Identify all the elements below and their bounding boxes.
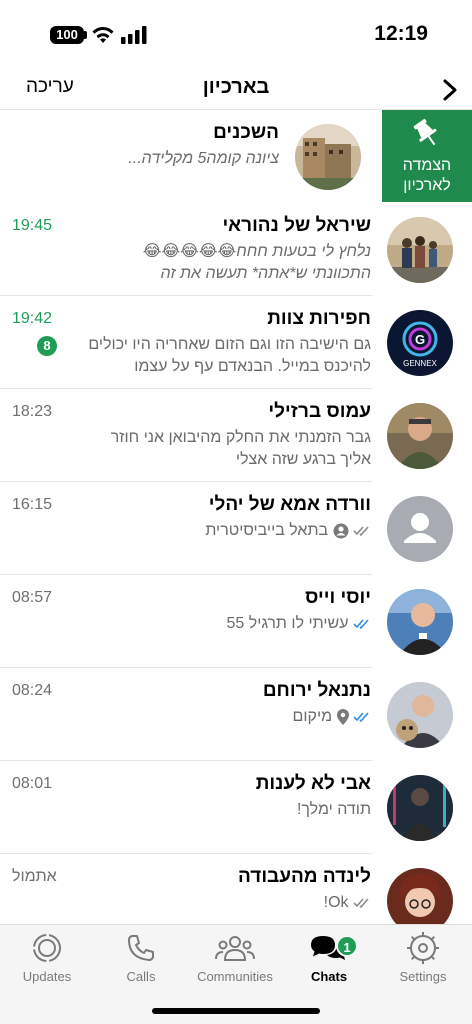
avatar: G GENNEX bbox=[387, 310, 453, 376]
chat-name: אבי לא לענות bbox=[255, 773, 371, 794]
default-avatar-icon bbox=[387, 496, 453, 562]
double-check-blue-icon bbox=[353, 712, 369, 722]
chat-name: וורדה אמא של יהלי bbox=[208, 494, 371, 515]
avatar bbox=[387, 775, 453, 841]
chat-time: 18:23 bbox=[12, 403, 53, 420]
chat-preview: עשיתי לו תרגיל 55 bbox=[71, 613, 371, 635]
battery-icon: 100 bbox=[50, 26, 84, 44]
status-time: 12:19 bbox=[374, 22, 428, 45]
chat-preview: Ok! bbox=[71, 892, 371, 914]
tab-chats[interactable]: 1 Chats bbox=[282, 931, 376, 984]
chat-row-content[interactable]: השכנים ציונה קומה5 מקלידה... bbox=[0, 110, 380, 203]
tab-communities[interactable]: Communities bbox=[188, 931, 282, 984]
page-title: בארכיון bbox=[202, 76, 270, 98]
chat-row[interactable]: עמוס ברזילי גבר הזמנתי את החלק מהיבואן א… bbox=[0, 389, 472, 482]
chat-preview: גבר הזמנתי את החלק מהיבואן אני חוזר אליך… bbox=[110, 429, 371, 468]
chat-row[interactable]: אבי לא לענות תודה ימלך! 08:01 bbox=[0, 761, 472, 854]
chat-row[interactable]: נתנאל ירוחם מיקום 08:24 bbox=[0, 668, 472, 761]
tab-label: Communities bbox=[197, 969, 273, 984]
tab-label: Chats bbox=[310, 969, 348, 984]
tab-label: Updates bbox=[22, 969, 72, 984]
nav-bar: עריכה בארכיון bbox=[0, 70, 472, 110]
chat-row[interactable]: שיראל של נהוראי נלחץ לי בטעות חחח😂😂😂😂😂 ה… bbox=[0, 203, 472, 296]
avatar bbox=[387, 868, 453, 924]
home-indicator[interactable] bbox=[152, 1008, 320, 1014]
unarchive-label: הצמדה לארכיון bbox=[402, 157, 452, 194]
wifi-icon bbox=[92, 27, 114, 43]
chat-name: השכנים bbox=[213, 122, 279, 143]
chat-list: השכנים ציונה קומה5 מקלידה... הצמדה לארכי… bbox=[0, 110, 472, 924]
contact-icon bbox=[333, 523, 349, 539]
chat-preview: ציונה קומה5 מקלידה... bbox=[128, 150, 279, 167]
chat-time: 08:01 bbox=[12, 775, 53, 792]
chat-row[interactable]: יוסי וייס עשיתי לו תרגיל 55 08:57 bbox=[0, 575, 472, 668]
chat-time: 19:42 bbox=[12, 310, 53, 327]
chat-time: 08:57 bbox=[12, 589, 53, 606]
avatar bbox=[387, 589, 453, 655]
chat-time: 16:15 bbox=[12, 496, 53, 513]
communities-icon bbox=[215, 936, 255, 961]
chat-preview: מיקום bbox=[71, 706, 371, 728]
location-pin-icon bbox=[336, 708, 349, 725]
chat-time: 19:45 bbox=[12, 217, 53, 234]
tab-bar: Updates Calls Communities 1 Chats Settin… bbox=[0, 924, 472, 1024]
chat-preview: גם הישיבה הזו וגם הזום שאחריה היו יכולים… bbox=[88, 336, 371, 375]
unread-badge: 8 bbox=[37, 336, 57, 356]
status-bar: 100 12:19 bbox=[0, 0, 472, 70]
tab-settings[interactable]: Settings bbox=[376, 931, 470, 984]
phone-icon bbox=[128, 935, 154, 961]
chat-name: נתנאל ירוחם bbox=[262, 680, 371, 701]
svg-text:G: G bbox=[415, 332, 425, 347]
tab-calls[interactable]: Calls bbox=[94, 931, 188, 984]
updates-icon bbox=[33, 934, 61, 962]
chat-row[interactable]: וורדה אמא של יהלי בתאל בייביסיטרית 16:15 bbox=[0, 482, 472, 575]
pin-icon bbox=[413, 118, 437, 146]
gear-icon bbox=[407, 932, 439, 964]
avatar bbox=[387, 403, 453, 469]
chat-preview: תודה ימלך! bbox=[296, 801, 371, 818]
chat-row[interactable]: לינדה מהעבודה Ok! אתמול bbox=[0, 854, 472, 924]
avatar bbox=[387, 682, 453, 748]
chat-name: יוסי וייס bbox=[305, 587, 371, 608]
back-chevron-icon[interactable] bbox=[442, 78, 458, 102]
unarchive-button[interactable]: הצמדה לארכיון bbox=[382, 110, 472, 202]
svg-text:GENNEX: GENNEX bbox=[403, 359, 437, 368]
chats-unread-badge: 1 bbox=[336, 935, 358, 957]
double-check-blue-icon bbox=[353, 619, 369, 629]
chat-preview: נלחץ לי בטעות חחח😂😂😂😂😂 התכוונתי ש*אתה* ת… bbox=[142, 243, 371, 282]
chat-name: שיראל של נהוראי bbox=[222, 215, 371, 236]
list-item-swiped[interactable]: השכנים ציונה קומה5 מקלידה... הצמדה לארכי… bbox=[0, 110, 472, 203]
avatar bbox=[295, 124, 361, 190]
chat-row[interactable]: G GENNEX חפירות צוות גם הישיבה הזו וגם ה… bbox=[0, 296, 472, 389]
tab-label: Calls bbox=[126, 969, 156, 984]
chat-name: לינדה מהעבודה bbox=[237, 866, 371, 887]
battery-cap bbox=[84, 31, 87, 39]
cellular-signal-icon bbox=[121, 26, 147, 44]
chat-preview: בתאל בייביסיטרית bbox=[71, 520, 371, 542]
chat-name: חפירות צוות bbox=[267, 308, 371, 329]
tab-label: Settings bbox=[399, 969, 447, 984]
double-check-icon bbox=[353, 526, 369, 536]
chat-time: אתמול bbox=[12, 868, 57, 885]
tab-updates[interactable]: Updates bbox=[0, 931, 94, 984]
avatar bbox=[387, 217, 453, 283]
double-check-icon bbox=[353, 898, 369, 908]
chat-time: 08:24 bbox=[12, 682, 53, 699]
chat-name: עמוס ברזילי bbox=[268, 401, 371, 422]
